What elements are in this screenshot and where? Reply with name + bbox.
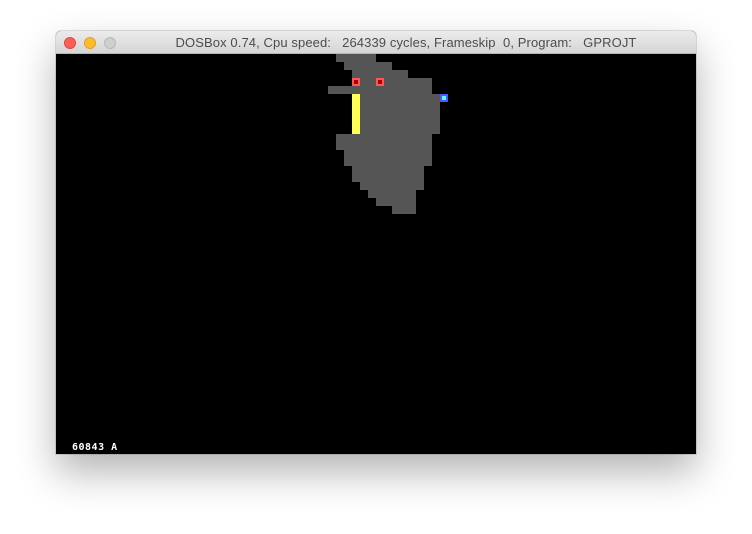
minimize-button[interactable] <box>84 37 96 49</box>
status-readout: 60843 A <box>72 443 118 453</box>
yellow-bar <box>352 94 360 134</box>
red-marker-right-core <box>378 80 382 84</box>
status-counter: 60843 <box>72 442 105 453</box>
blue-marker-core <box>442 96 446 100</box>
zoom-button[interactable] <box>104 37 116 49</box>
title-bar[interactable]: DOSBox 0.74, Cpu speed: 264339 cycles, F… <box>56 31 696 54</box>
dosbox-window: DOSBox 0.74, Cpu speed: 264339 cycles, F… <box>56 31 696 454</box>
status-letter: A <box>111 442 118 453</box>
red-marker-left-core <box>354 80 358 84</box>
dos-screen[interactable]: 60843 A <box>56 54 696 454</box>
game-canvas <box>328 54 448 214</box>
close-button[interactable] <box>64 37 76 49</box>
window-title: DOSBox 0.74, Cpu speed: 264339 cycles, F… <box>175 35 637 50</box>
